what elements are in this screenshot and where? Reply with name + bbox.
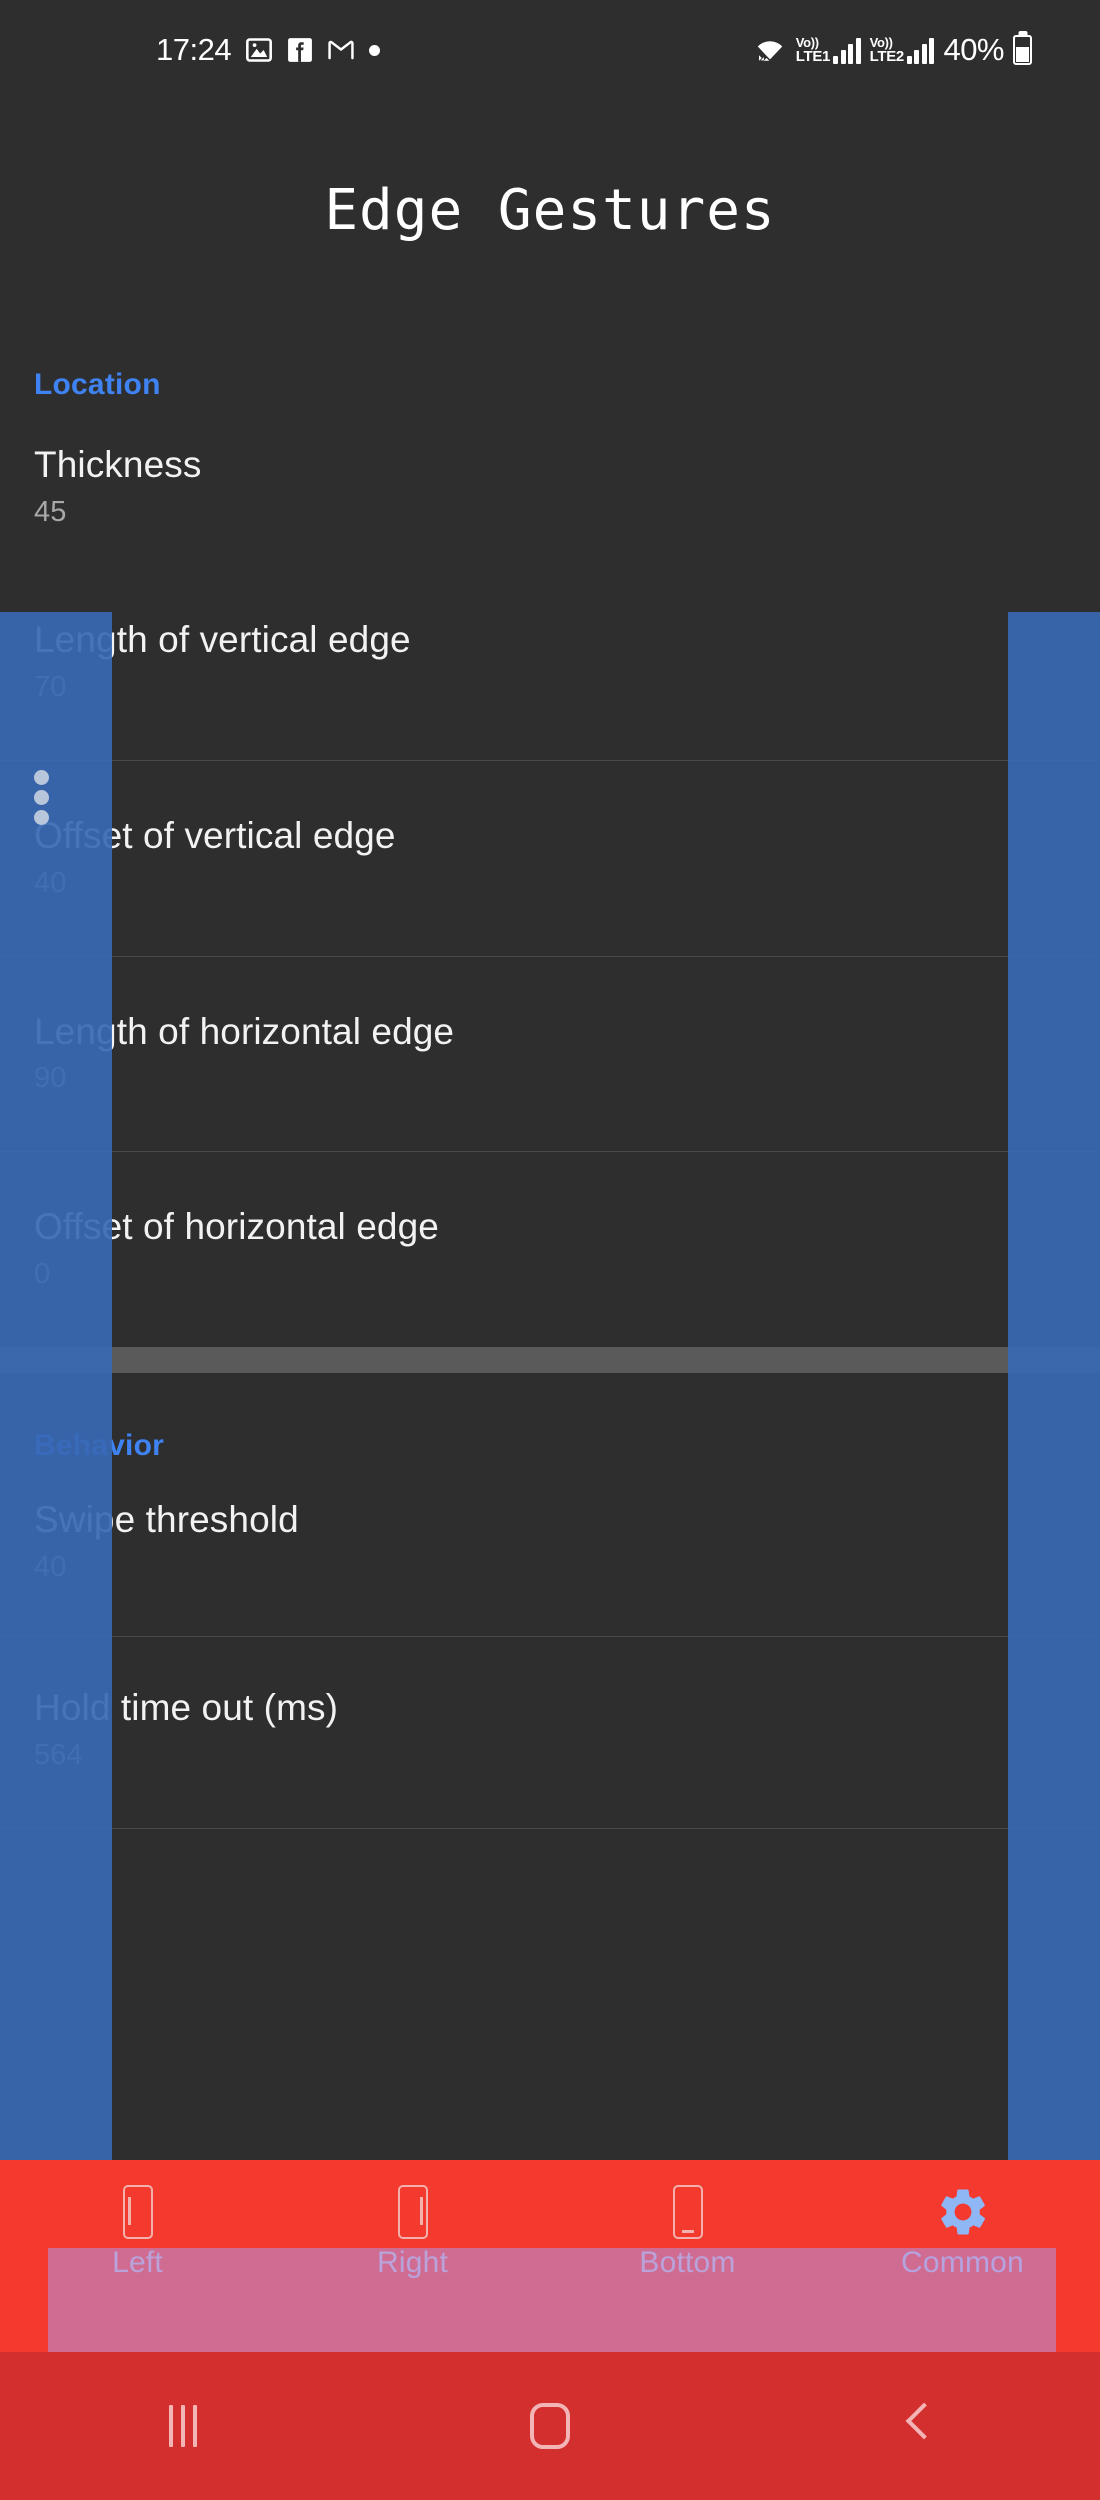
volte-1-label: Vo)) LTE1 [795,36,831,65]
gmail-icon [327,36,355,64]
status-bar: 17:24 Vo)) LTE1 Vo)) LTE2 40% [0,0,1100,100]
pref-value: 45 [34,495,67,528]
pref-title: Offset of vertical edge [34,814,396,856]
pref-value: 90 [34,1062,67,1095]
pref-title: Length of vertical edge [34,618,411,660]
pref-row-offset-vertical-edge[interactable]: Offset of vertical edge 40 [0,761,1100,957]
pref-row-length-vertical-edge[interactable]: Length of vertical edge 70 [0,559,1100,761]
pref-value: 70 [34,670,67,703]
signal-bars-1 [833,36,861,64]
tab-label: Right [376,2246,449,2279]
volte-1-bottom: LTE1 [795,47,831,65]
pref-value: 40 [34,866,67,899]
status-bar-right: Vo)) LTE1 Vo)) LTE2 40% [753,32,1032,68]
back-icon[interactable] [857,2352,977,2500]
facebook-icon [287,37,313,63]
section-divider [0,1347,1100,1374]
tab-common[interactable]: Common [825,2160,1100,2280]
pref-title: Offset of horizontal edge [34,1206,439,1248]
pref-row-length-horizontal-edge[interactable]: Length of horizontal edge 90 [0,957,1100,1153]
pref-row-hold-time-out[interactable]: Hold time out (ms) 564 [0,1637,1100,1829]
tab-label: Left [112,2246,163,2279]
tab-right[interactable]: Right [275,2160,550,2280]
tab-left[interactable]: Left [0,2160,275,2280]
gallery-icon [245,36,273,64]
pref-value: 40 [34,1551,67,1584]
volte-2-label: Vo)) LTE2 [869,36,905,65]
tab-bottom[interactable]: Bottom [550,2160,825,2280]
battery-percent-label: 40% [943,32,1004,67]
status-bar-clock: 17:24 [156,32,232,67]
pref-title: Hold time out (ms) [34,1687,339,1729]
phone-screen: 17:24 Vo)) LTE1 Vo)) LTE2 40% Edge Gestu… [0,0,1100,2500]
phone-right-edge-icon [397,2184,428,2240]
status-bar-left: 17:24 [156,32,381,68]
pref-row-swipe-threshold[interactable]: Swipe threshold 40 [0,1471,1100,1638]
phone-bottom-edge-icon [672,2184,703,2240]
page-title: Edge Gestures [324,178,776,243]
phone-left-edge-icon [122,2184,153,2240]
pref-title: Swipe threshold [34,1499,299,1541]
tab-label: Common [901,2246,1024,2279]
section-header-location: Location [34,368,161,401]
wifi-icon [753,35,787,65]
sim2-signal: Vo)) LTE2 [870,36,935,64]
pref-row-thickness[interactable]: Thickness 45 [0,410,1100,559]
pref-title: Length of horizontal edge [34,1010,455,1052]
dot-icon [369,44,381,56]
sim1-signal: Vo)) LTE1 [796,36,861,64]
recents-icon[interactable] [123,2352,243,2500]
gear-icon [935,2184,991,2240]
pref-row-offset-horizontal-edge[interactable]: Offset of horizontal edge 0 [0,1152,1100,1347]
battery-icon [1013,35,1032,65]
tab-label: Bottom [639,2246,736,2279]
edge-drag-handle-icon[interactable] [34,770,49,825]
home-icon[interactable] [490,2352,610,2500]
signal-bars-2 [906,36,935,64]
volte-2-bottom: LTE2 [869,47,905,65]
section-header-behavior: Behavior [34,1429,164,1463]
pref-title: Thickness [34,444,202,485]
pref-value: 564 [34,1738,83,1771]
bottom-tab-bar: Left Right Bottom Common [0,2160,1100,2352]
pref-value: 0 [34,1258,51,1291]
android-nav-bar [0,2352,1100,2500]
